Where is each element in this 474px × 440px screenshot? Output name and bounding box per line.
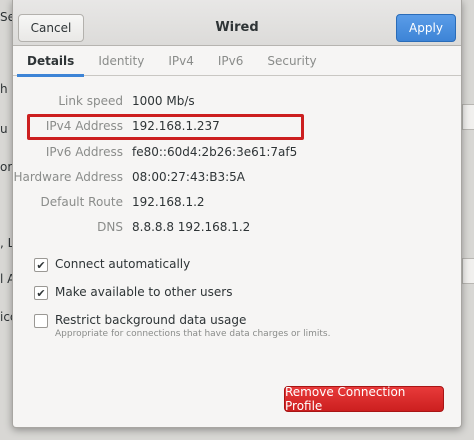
bg-fragment: Se bbox=[0, 10, 12, 24]
detail-value: 08:00:27:43:B3:5A bbox=[132, 170, 246, 184]
apply-button[interactable]: Apply bbox=[396, 14, 456, 42]
bg-control bbox=[462, 104, 474, 130]
bg-control bbox=[462, 258, 474, 284]
tab-ipv4[interactable]: IPv4 bbox=[156, 46, 206, 76]
detail-row-ipv6-address: IPv6 Address fe80::60d4:2b26:3e61:7af5 bbox=[13, 145, 461, 165]
remove-connection-profile-button[interactable]: Remove Connection Profile bbox=[284, 385, 444, 413]
connect-automatically-option[interactable]: ✔ Connect automatically bbox=[34, 257, 190, 272]
checkbox-label: Make available to other users bbox=[55, 285, 233, 299]
checkbox[interactable]: ✔ bbox=[34, 286, 48, 300]
detail-label: Link speed bbox=[58, 94, 123, 108]
detail-row-link-speed: Link speed 1000 Mb/s bbox=[13, 94, 461, 114]
detail-label: IPv6 Address bbox=[45, 145, 123, 159]
detail-label: Default Route bbox=[40, 195, 124, 209]
detail-row-dns: DNS 8.8.8.8 192.168.1.2 bbox=[13, 220, 461, 240]
detail-label: DNS bbox=[97, 220, 123, 234]
bg-fragment: or bbox=[0, 160, 12, 174]
detail-row-hardware-address: Hardware Address 08:00:27:43:B3:5A bbox=[13, 170, 461, 190]
restrict-background-option[interactable]: Restrict background data usage Appropria… bbox=[34, 313, 330, 339]
detail-value: 1000 Mb/s bbox=[132, 94, 195, 108]
tab-identity[interactable]: Identity bbox=[86, 46, 156, 76]
dialog-header: Cancel Wired Apply bbox=[13, 0, 461, 46]
checkbox[interactable]: ✔ bbox=[34, 258, 48, 272]
checkbox-sublabel: Appropriate for connections that have da… bbox=[55, 329, 331, 339]
tab-details[interactable]: Details bbox=[15, 46, 86, 77]
bg-fragment: l A bbox=[0, 272, 12, 286]
tab-ipv6[interactable]: IPv6 bbox=[206, 46, 256, 76]
bg-fragment: , L bbox=[0, 236, 12, 250]
checkbox-text: Restrict background data usage Appropria… bbox=[55, 313, 330, 339]
tab-security[interactable]: Security bbox=[255, 46, 328, 76]
make-available-option[interactable]: ✔ Make available to other users bbox=[34, 285, 232, 300]
detail-value: 192.168.1.2 bbox=[132, 195, 205, 209]
checkbox-label: Connect automatically bbox=[55, 257, 191, 271]
dialog-title: Wired bbox=[215, 20, 259, 35]
bg-fragment: u bbox=[0, 122, 8, 136]
checkbox-label: Restrict background data usage bbox=[55, 313, 247, 327]
bg-fragment: h bbox=[0, 82, 8, 96]
detail-row-ipv4-address: IPv4 Address 192.168.1.237 bbox=[13, 119, 461, 139]
tab-bar: Details Identity IPv4 IPv6 Security bbox=[13, 46, 461, 77]
detail-label: IPv4 Address bbox=[45, 119, 123, 133]
bg-fragment: icc bbox=[0, 310, 12, 324]
detail-value: fe80::60d4:2b26:3e61:7af5 bbox=[132, 145, 298, 159]
wired-dialog: Cancel Wired Apply Details Identity IPv4… bbox=[12, 0, 462, 428]
detail-row-default-route: Default Route 192.168.1.2 bbox=[13, 195, 461, 215]
detail-value: 192.168.1.237 bbox=[132, 119, 220, 133]
detail-label: Hardware Address bbox=[13, 170, 123, 184]
checkbox[interactable] bbox=[34, 314, 48, 328]
detail-value: 8.8.8.8 192.168.1.2 bbox=[132, 220, 251, 234]
